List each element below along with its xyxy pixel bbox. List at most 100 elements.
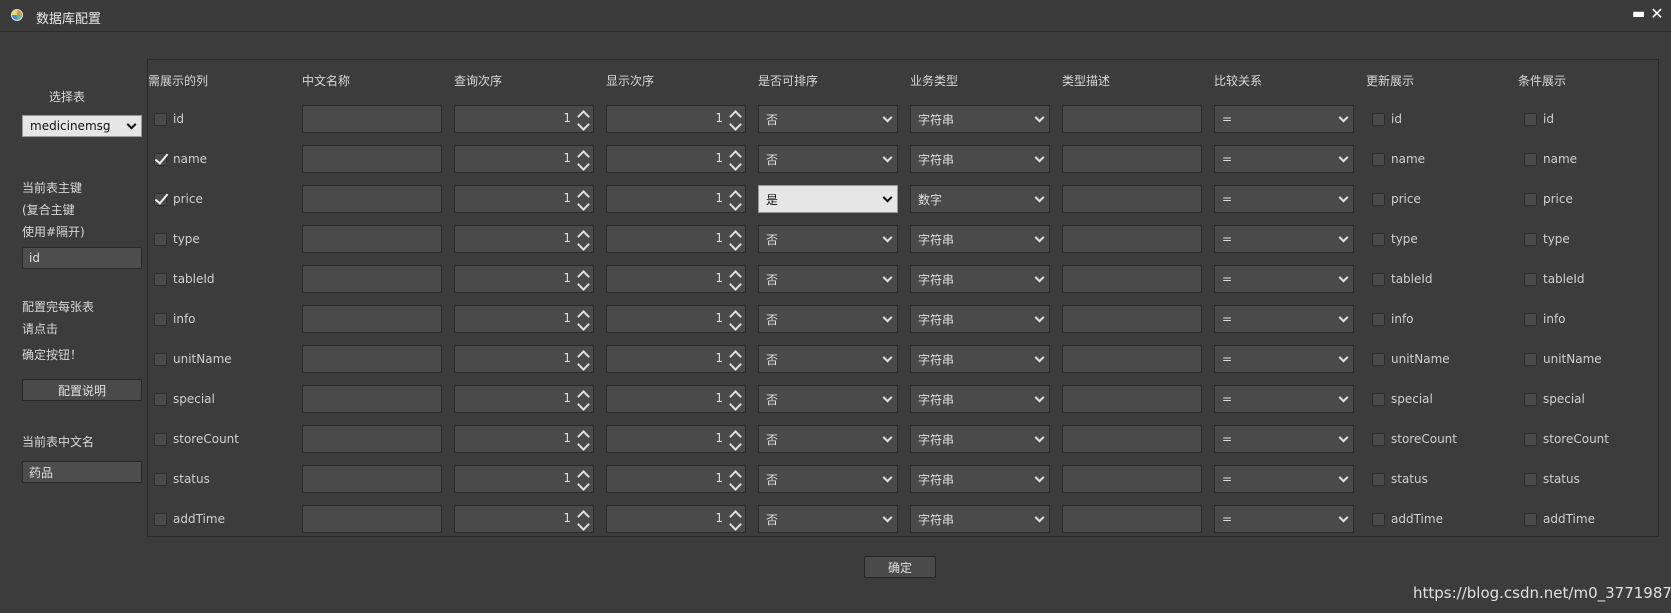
- biz-type-select[interactable]: 字符串: [910, 465, 1050, 493]
- query-order-spinbox[interactable]: 1: [454, 465, 594, 493]
- biz-type-select[interactable]: 字符串: [910, 145, 1050, 173]
- type-desc-input[interactable]: [1062, 225, 1202, 253]
- query-order-spinbox[interactable]: 1: [454, 385, 594, 413]
- compare-select[interactable]: =: [1214, 505, 1354, 533]
- show-column-checkbox[interactable]: price: [154, 185, 203, 213]
- display-order-spinbox[interactable]: 1: [606, 265, 746, 293]
- chevron-down-icon[interactable]: [729, 398, 742, 411]
- chevron-down-icon[interactable]: [729, 198, 742, 211]
- chevron-down-icon[interactable]: [729, 478, 742, 491]
- query-order-spinbox[interactable]: 1: [454, 505, 594, 533]
- chevron-down-icon[interactable]: [729, 358, 742, 371]
- minimize-icon[interactable]: ▬: [1632, 7, 1645, 21]
- cond-show-checkbox[interactable]: status: [1524, 465, 1580, 493]
- sortable-select[interactable]: 是: [758, 185, 898, 213]
- table-select[interactable]: medicinemsg: [22, 115, 142, 137]
- sortable-select[interactable]: 否: [758, 505, 898, 533]
- type-desc-input[interactable]: [1062, 385, 1202, 413]
- sortable-select[interactable]: 否: [758, 465, 898, 493]
- cn-name-input[interactable]: [302, 465, 442, 493]
- sortable-select[interactable]: 否: [758, 385, 898, 413]
- cond-show-checkbox[interactable]: info: [1524, 305, 1566, 333]
- compare-select[interactable]: =: [1214, 345, 1354, 373]
- update-show-checkbox[interactable]: id: [1372, 105, 1402, 133]
- sortable-select[interactable]: 否: [758, 345, 898, 373]
- compare-select[interactable]: =: [1214, 305, 1354, 333]
- chevron-down-icon[interactable]: [577, 238, 590, 251]
- chevron-down-icon[interactable]: [577, 478, 590, 491]
- cn-name-input[interactable]: [302, 105, 442, 133]
- chevron-down-icon[interactable]: [577, 158, 590, 171]
- type-desc-input[interactable]: [1062, 465, 1202, 493]
- query-order-spinbox[interactable]: 1: [454, 145, 594, 173]
- chevron-down-icon[interactable]: [577, 118, 590, 131]
- show-column-checkbox[interactable]: special: [154, 385, 215, 413]
- display-order-spinbox[interactable]: 1: [606, 345, 746, 373]
- query-order-spinbox[interactable]: 1: [454, 305, 594, 333]
- type-desc-input[interactable]: [1062, 345, 1202, 373]
- cond-show-checkbox[interactable]: special: [1524, 385, 1585, 413]
- cn-name-input[interactable]: [302, 305, 442, 333]
- compare-select[interactable]: =: [1214, 105, 1354, 133]
- chevron-down-icon[interactable]: [729, 278, 742, 291]
- sortable-select[interactable]: 否: [758, 265, 898, 293]
- type-desc-input[interactable]: [1062, 265, 1202, 293]
- show-column-checkbox[interactable]: status: [154, 465, 210, 493]
- chevron-down-icon[interactable]: [729, 158, 742, 171]
- biz-type-select[interactable]: 数字: [910, 185, 1050, 213]
- cn-name-input[interactable]: [302, 425, 442, 453]
- query-order-spinbox[interactable]: 1: [454, 185, 594, 213]
- cond-show-checkbox[interactable]: name: [1524, 145, 1577, 173]
- cn-name-input[interactable]: 药品: [22, 461, 142, 483]
- query-order-spinbox[interactable]: 1: [454, 225, 594, 253]
- show-column-checkbox[interactable]: addTime: [154, 505, 225, 533]
- chevron-down-icon[interactable]: [577, 398, 590, 411]
- cn-name-input[interactable]: [302, 185, 442, 213]
- compare-select[interactable]: =: [1214, 225, 1354, 253]
- cn-name-input[interactable]: [302, 225, 442, 253]
- type-desc-input[interactable]: [1062, 425, 1202, 453]
- type-desc-input[interactable]: [1062, 505, 1202, 533]
- display-order-spinbox[interactable]: 1: [606, 145, 746, 173]
- primary-key-input[interactable]: id: [22, 247, 142, 269]
- show-column-checkbox[interactable]: storeCount: [154, 425, 239, 453]
- update-show-checkbox[interactable]: status: [1372, 465, 1428, 493]
- type-desc-input[interactable]: [1062, 185, 1202, 213]
- config-help-button[interactable]: 配置说明: [22, 379, 142, 401]
- update-show-checkbox[interactable]: info: [1372, 305, 1414, 333]
- cn-name-input[interactable]: [302, 145, 442, 173]
- chevron-down-icon[interactable]: [577, 318, 590, 331]
- chevron-down-icon[interactable]: [729, 518, 742, 531]
- chevron-down-icon[interactable]: [729, 438, 742, 451]
- type-desc-input[interactable]: [1062, 145, 1202, 173]
- show-column-checkbox[interactable]: type: [154, 225, 200, 253]
- show-column-checkbox[interactable]: tableId: [154, 265, 215, 293]
- display-order-spinbox[interactable]: 1: [606, 305, 746, 333]
- update-show-checkbox[interactable]: storeCount: [1372, 425, 1457, 453]
- display-order-spinbox[interactable]: 1: [606, 105, 746, 133]
- display-order-spinbox[interactable]: 1: [606, 385, 746, 413]
- chevron-down-icon[interactable]: [577, 198, 590, 211]
- biz-type-select[interactable]: 字符串: [910, 425, 1050, 453]
- cond-show-checkbox[interactable]: addTime: [1524, 505, 1595, 533]
- type-desc-input[interactable]: [1062, 105, 1202, 133]
- type-desc-input[interactable]: [1062, 305, 1202, 333]
- biz-type-select[interactable]: 字符串: [910, 105, 1050, 133]
- update-show-checkbox[interactable]: special: [1372, 385, 1433, 413]
- chevron-down-icon[interactable]: [577, 518, 590, 531]
- cn-name-input[interactable]: [302, 505, 442, 533]
- sortable-select[interactable]: 否: [758, 145, 898, 173]
- display-order-spinbox[interactable]: 1: [606, 425, 746, 453]
- chevron-down-icon[interactable]: [729, 238, 742, 251]
- biz-type-select[interactable]: 字符串: [910, 225, 1050, 253]
- query-order-spinbox[interactable]: 1: [454, 265, 594, 293]
- cond-show-checkbox[interactable]: price: [1524, 185, 1573, 213]
- cond-show-checkbox[interactable]: tableId: [1524, 265, 1585, 293]
- display-order-spinbox[interactable]: 1: [606, 505, 746, 533]
- sortable-select[interactable]: 否: [758, 225, 898, 253]
- query-order-spinbox[interactable]: 1: [454, 345, 594, 373]
- chevron-down-icon[interactable]: [577, 438, 590, 451]
- biz-type-select[interactable]: 字符串: [910, 345, 1050, 373]
- cn-name-input[interactable]: [302, 345, 442, 373]
- chevron-down-icon[interactable]: [729, 318, 742, 331]
